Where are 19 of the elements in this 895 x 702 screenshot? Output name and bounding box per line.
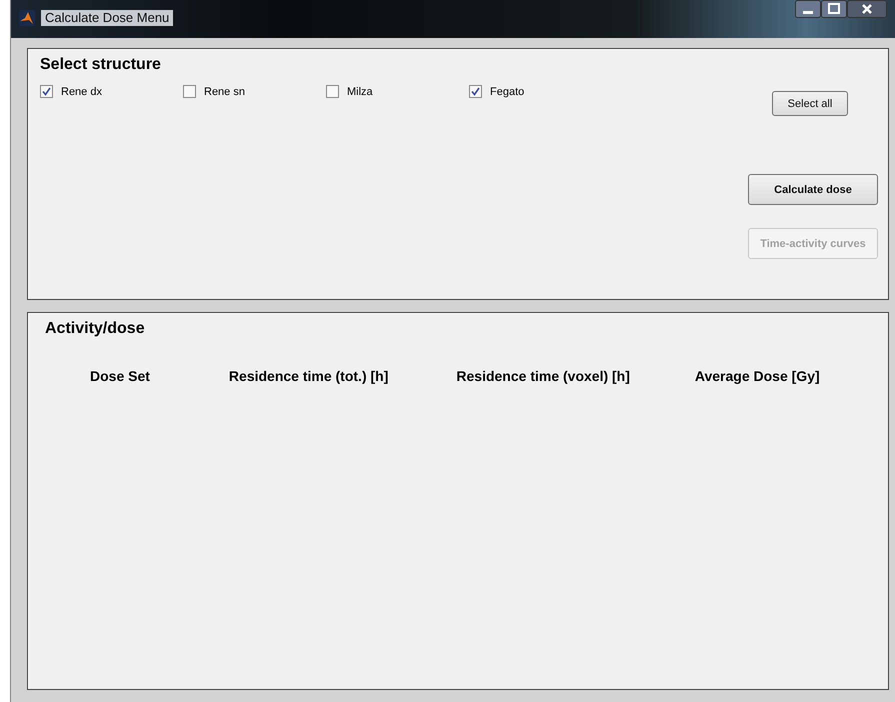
column-header: Dose Set <box>90 368 150 384</box>
column-header: Residence time (tot.) [h] <box>228 368 388 384</box>
column-header: Residence time (voxel) [h] <box>456 368 630 384</box>
structure-checkbox[interactable]: Fegato <box>469 85 612 98</box>
minimize-icon[interactable] <box>795 0 821 18</box>
structure-checkbox[interactable]: Rene sn <box>183 85 326 98</box>
close-icon[interactable] <box>847 0 887 18</box>
column-header: Average Dose [Gy] <box>694 368 820 384</box>
action-button[interactable]: Calculate dose <box>748 174 878 205</box>
structure-checkbox[interactable]: Milza <box>326 85 469 98</box>
structure-checkbox[interactable]: Rene dx <box>40 85 183 98</box>
maximize-icon[interactable] <box>821 0 847 18</box>
panel-title: Select structure <box>40 55 162 75</box>
select-all-button[interactable]: Select all <box>772 91 848 116</box>
window-title: Calculate Dose Menu <box>41 10 174 26</box>
check-icon <box>471 87 480 96</box>
app-icon <box>19 10 35 26</box>
check-icon <box>42 87 51 96</box>
panel-title: Activity/dose <box>45 319 146 339</box>
